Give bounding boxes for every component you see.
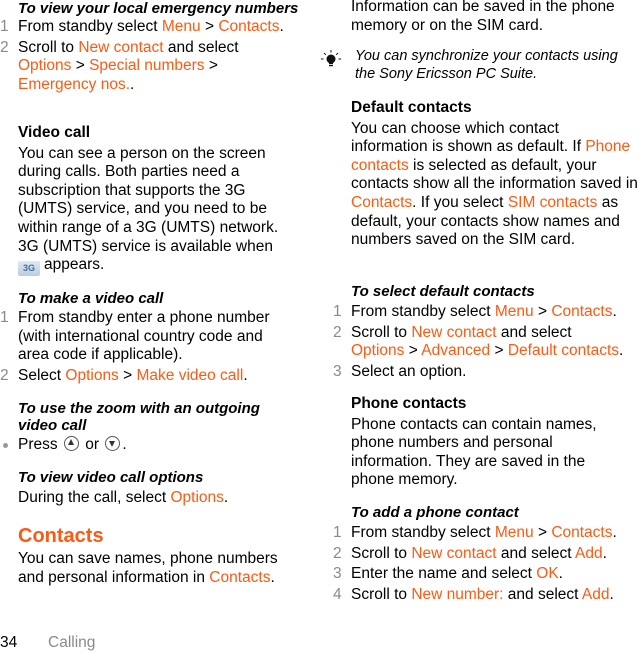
- video-call-body: You can see a person on the screen durin…: [18, 145, 303, 277]
- step-1: 1 From standby select Menu > Contacts.: [333, 303, 617, 320]
- options-section: To view video call options During the ca…: [0, 469, 318, 508]
- new-contact-link[interactable]: New contact: [411, 324, 496, 341]
- make-video-call-section: To make a video call 1 From standby enter…: [0, 290, 318, 385]
- options-body: During the call, select Options.: [18, 489, 229, 506]
- tip-note: You can synchronize your contacts using …: [321, 47, 637, 83]
- instruction-heading: To view video call options: [18, 469, 204, 486]
- navigation-up-key-icon: [63, 436, 79, 451]
- options-link[interactable]: Options: [351, 342, 404, 359]
- phone-contacts-body: Phone contacts can contain names, phone …: [351, 415, 597, 489]
- add-contact-section: To add a phone contact 1 From standby sel…: [333, 504, 637, 604]
- step-1: 1 From standby select Menu > Contacts.: [0, 18, 284, 35]
- 3g-network-icon: 3G: [18, 261, 40, 277]
- options-link[interactable]: Options: [171, 489, 224, 506]
- step-1: 1 From standby enter a phone number (with…: [0, 309, 270, 364]
- step-2: 2 Scroll to New contact and select Option…: [333, 323, 624, 360]
- instruction-heading: To add a phone contact: [351, 504, 519, 521]
- contacts-link[interactable]: Contacts: [209, 569, 270, 586]
- default-contacts-link[interactable]: Default contacts: [508, 342, 619, 359]
- tip-lightbulb-icon: [321, 50, 341, 67]
- emergency-section: To view your local emergency numbers 1 Fr…: [0, 0, 318, 94]
- new-contact-link[interactable]: New contact: [411, 545, 496, 562]
- menu-link[interactable]: Menu: [162, 18, 201, 35]
- instruction-heading: To use the zoom with an outgoing video c…: [18, 400, 260, 434]
- video-call-section: Video call You can see a person on the s…: [0, 124, 318, 277]
- tip-text: You can synchronize your contacts using …: [355, 48, 618, 82]
- emergency-nos-link[interactable]: Emergency nos.: [18, 76, 130, 93]
- options-link[interactable]: Options: [18, 57, 71, 74]
- make-video-call-link[interactable]: Make video call: [136, 367, 243, 384]
- chapter-heading: Contacts: [18, 525, 104, 547]
- ok-link[interactable]: OK: [536, 565, 558, 582]
- instruction-heading: To select default contacts: [351, 283, 535, 300]
- bullet-dot: [3, 443, 8, 448]
- section-name: Calling: [48, 634, 96, 651]
- new-number-link[interactable]: New number:: [411, 586, 503, 603]
- contacts-section: Contacts You can save names, phone numbe…: [0, 525, 318, 587]
- contacts-link[interactable]: Contacts: [551, 303, 612, 320]
- default-contacts-body: You can choose which contact information…: [351, 119, 637, 249]
- step-3: 3 Select an option.: [333, 362, 467, 380]
- instruction-heading: To make a video call: [18, 290, 164, 307]
- section-heading: Video call: [18, 124, 91, 141]
- page-number: 34: [0, 634, 18, 651]
- options-link[interactable]: Options: [65, 367, 118, 384]
- sim-contacts-link[interactable]: SIM contacts: [508, 194, 598, 211]
- advanced-link[interactable]: Advanced: [421, 342, 490, 359]
- step-3: 3 Enter the name and select OK.: [333, 565, 563, 583]
- section-heading: Phone contacts: [351, 395, 467, 412]
- bullet-item: Press or .: [0, 436, 318, 455]
- add-link[interactable]: Add: [582, 586, 610, 603]
- select-default-section: To select default contacts 1 From standby…: [333, 283, 637, 381]
- contacts-link[interactable]: Contacts: [218, 18, 279, 35]
- default-contacts-section: Default contacts You can choose which co…: [333, 99, 637, 250]
- contacts-intro: Information can be saved in the phone me…: [351, 0, 615, 34]
- menu-link[interactable]: Menu: [495, 524, 534, 541]
- phone-contacts-section: Phone contacts Phone contacts can contai…: [333, 395, 637, 490]
- step-4: 4 Scroll to New number: and select Add.: [333, 585, 614, 603]
- zoom-section: To use the zoom with an outgoing video c…: [0, 400, 318, 455]
- section-heading: Default contacts: [351, 99, 472, 116]
- contacts-body: You can save names, phone numbers and pe…: [18, 550, 278, 586]
- menu-link[interactable]: Menu: [495, 303, 534, 320]
- step-2: 2 Scroll to New contact and select Option…: [0, 38, 239, 93]
- instruction-heading: To view your local emergency numbers: [18, 0, 299, 17]
- add-link[interactable]: Add: [575, 545, 603, 562]
- special-numbers-link[interactable]: Special numbers: [89, 57, 204, 74]
- step-2: 2 Scroll to New contact and select Add.: [333, 544, 607, 562]
- contacts-link[interactable]: Contacts: [551, 524, 612, 541]
- step-1: 1 From standby select Menu > Contacts.: [333, 524, 617, 541]
- new-contact-link[interactable]: New contact: [78, 39, 163, 56]
- step-2: 2 Select Options > Make video call.: [0, 366, 248, 384]
- contacts-link[interactable]: Contacts: [351, 194, 412, 211]
- navigation-down-key-icon: [105, 436, 121, 451]
